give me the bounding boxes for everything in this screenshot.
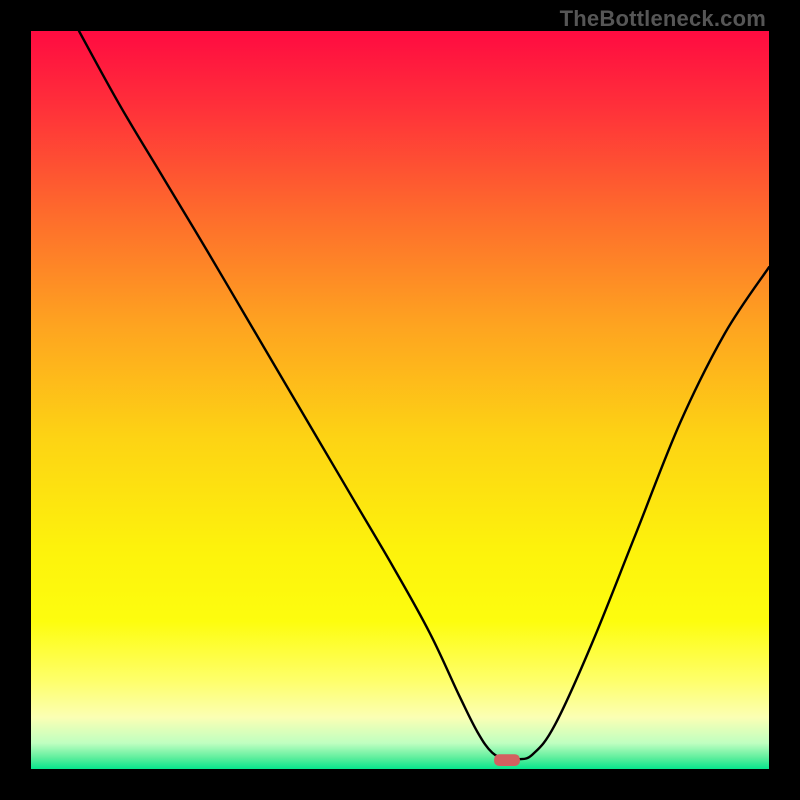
- chart-frame: TheBottleneck.com: [0, 0, 800, 800]
- bottleneck-chart: [31, 31, 769, 769]
- watermark-text: TheBottleneck.com: [560, 6, 766, 32]
- optimal-point-marker: [494, 754, 520, 766]
- plot-area: [31, 31, 769, 769]
